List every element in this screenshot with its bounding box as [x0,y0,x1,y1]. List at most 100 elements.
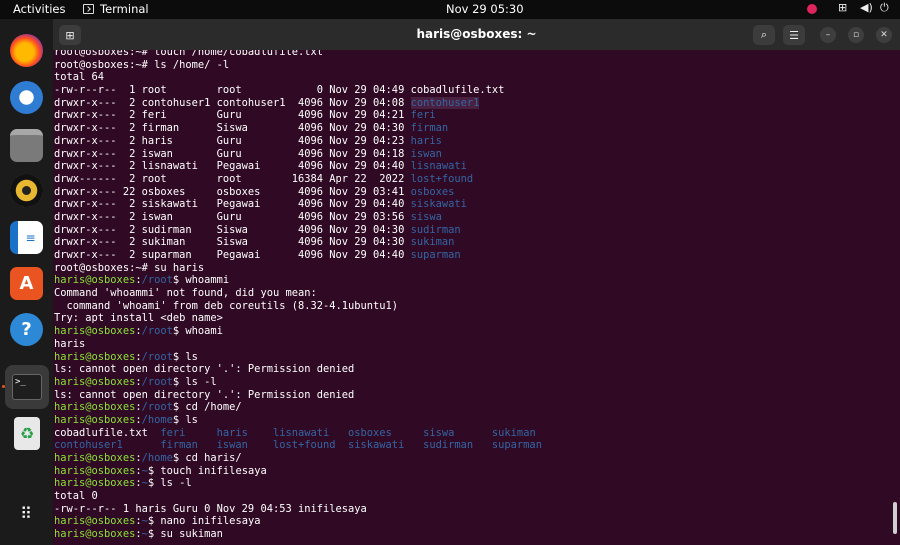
terminal-line: haris@osboxes:/root$ whoammi [54,274,542,287]
maximize-button[interactable]: ▫ [848,27,864,43]
terminal-text: -rw-r--r-- 1 haris Guru 0 Nov 29 04:53 i… [54,502,367,515]
terminal-line: haris@osboxes:/root$ whoami [54,325,542,338]
firefox-icon[interactable] [10,34,43,67]
terminal-line: Try: apt install <deb name> [54,312,542,325]
terminal-line: total 0 [54,490,542,503]
terminal-line: drwxr-x--- 2 siskawati Pegawai 4096 Nov … [54,198,542,211]
terminal-text: root@osboxes:~# ls /home/ -l [54,58,230,71]
terminal-text: $ touch inifilesaya [147,464,267,477]
activities-button[interactable]: Activities [13,2,65,16]
terminal-line: haris@osboxes:/home$ ls [54,414,542,427]
terminal-line: drwx------ 2 root root 16384 Apr 22 2022… [54,173,542,186]
terminal-text: haris@osboxes [54,528,136,541]
terminal-line: root@osboxes:~# su haris [54,262,542,275]
terminal-text: haris@osboxes [54,413,136,426]
menu-icon[interactable]: ☰ [783,25,805,45]
terminal-text: haris@osboxes [54,477,136,490]
terminal-text: haris@osboxes [54,401,136,414]
terminal-text: $ ls -l [147,477,192,490]
terminal-line: haris@osboxes:~$ su sukiman [54,528,542,541]
minimize-button[interactable]: – [820,27,836,43]
terminal-text: haris@osboxes [54,350,136,363]
terminal-text: siskawati [410,198,467,211]
terminal-text: drwxr-x--- 22 osboxes osboxes 4096 Nov 2… [54,185,411,198]
terminal-line: cobadlufile.txt feri haris lisnawati osb… [54,427,542,440]
terminal-line: Command 'whoammi' not found, did you mea… [54,287,542,300]
trash-icon[interactable]: ♻ [14,417,40,450]
terminal-text: haris@osboxes [54,274,136,287]
title-bar: ⊞ haris@osboxes: ~ ⌕ ☰ – ▫ ✕ [53,19,900,50]
terminal-text: contohuser1 firman iswan lost+found sisk… [54,439,542,452]
terminal-text: $ nano inifilesaya [147,515,261,528]
terminal-line: drwxr-x--- 2 feri Guru 4096 Nov 29 04:21… [54,109,542,122]
terminal-text: $ whoami [172,325,223,338]
volume-icon[interactable]: ◀) [860,1,873,14]
terminal-text: sukiman [410,236,455,249]
terminal-output[interactable]: root@osboxes:~# touch /home/cobadlufile.… [54,50,890,545]
terminal-text: suparman [410,249,461,261]
terminal-line: drwxr-x--- 2 contohuser1 contohuser1 409… [54,96,542,110]
notification-icon[interactable] [807,4,817,14]
terminal-line: ls: cannot open directory '.': Permissio… [54,389,542,402]
terminal-line: root@osboxes:~# ls /home/ -l [54,59,542,72]
terminal-line: haris@osboxes:~$ touch inifilesaya [54,465,542,478]
terminal-line: command 'whoami' from deb coreutils (8.3… [54,300,542,313]
app-grid-icon[interactable]: ⠿ [10,497,43,530]
close-button[interactable]: ✕ [876,27,892,43]
terminal-text: drwxr-x--- 2 siskawati Pegawai 4096 Nov … [54,198,411,211]
terminal-text: haris@osboxes [54,452,136,464]
terminal-text: drwx------ 2 root root 16384 Apr 22 2022 [54,172,411,185]
terminal-text: firman [410,122,449,135]
help-icon[interactable]: ? [10,313,43,346]
scrollbar[interactable] [893,502,897,534]
terminal-text: command 'whoami' from deb coreutils (8.3… [54,299,399,312]
terminal-lines: root@osboxes:~# touch /home/cobadlufile.… [54,50,542,541]
clock[interactable]: Nov 29 05:30 [446,2,524,16]
terminal-text: haris@osboxes [54,375,136,388]
software-icon[interactable]: A [10,267,43,300]
terminal-text: drwxr-x--- 2 contohuser1 contohuser1 409… [54,96,411,109]
terminal-text: drwxr-x--- 2 suparman Pegawai 4096 Nov 2… [54,249,411,261]
terminal-window: ⊞ haris@osboxes: ~ ⌕ ☰ – ▫ ✕ root@osboxe… [53,19,900,545]
terminal-text: total 64 [54,71,105,84]
terminal-text: drwxr-x--- 2 iswan Guru 4096 Nov 29 04:1… [54,147,411,160]
terminal-app-icon [83,4,94,14]
network-icon[interactable]: ⊞ [838,1,847,14]
terminal-line: drwxr-x--- 2 iswan Guru 4096 Nov 29 04:1… [54,148,542,161]
terminal-text: /root [141,375,173,388]
terminal-line: haris@osboxes:~$ nano inifilesaya [54,515,542,528]
terminal-text: haris@osboxes [54,325,136,338]
terminal-line: root@osboxes:~# touch /home/cobadlufile.… [54,50,542,59]
terminal-text: /home [141,452,173,464]
files-icon[interactable] [10,129,43,162]
terminal-line: haris@osboxes:~$ ls -l [54,477,542,490]
terminal-text: root@osboxes:~# touch /home/cobadlufile.… [54,50,323,58]
search-icon[interactable]: ⌕ [753,25,775,45]
app-name: Terminal [100,2,149,16]
terminal-text: -rw-r--r-- 1 root root 0 Nov 29 04:49 co… [54,84,505,97]
power-icon[interactable]: ⏻ [880,1,889,15]
terminal-line: drwxr-x--- 2 suparman Pegawai 4096 Nov 2… [54,249,542,262]
terminal-line: haris [54,338,542,351]
terminal-text: drwxr-x--- 2 haris Guru 4096 Nov 29 04:2… [54,134,411,147]
terminal-text: /root [141,325,173,338]
thunderbird-icon[interactable] [10,81,43,114]
terminal-text: drwxr-x--- 2 iswan Guru 4096 Nov 29 03:5… [54,210,411,223]
top-bar: Activities Terminal Nov 29 05:30 ⊞ ◀) ⏻ [0,0,900,19]
terminal-text: lisnawati [410,160,467,173]
terminal-text: haris@osboxes [54,464,136,477]
terminal-text: iswan [410,147,442,160]
terminal-text: siswa [410,210,442,223]
dock: ≡ A ? >_ ♻ ⠿ [0,19,53,545]
terminal-text: total 0 [54,490,98,503]
terminal-line: haris@osboxes:/home$ cd haris/ [54,452,542,465]
terminal-line: drwxr-x--- 2 sudirman Siswa 4096 Nov 29 … [54,224,542,237]
app-menu[interactable]: Terminal [83,2,149,16]
terminal-text: $ whoammi [172,274,230,287]
terminal-text: drwxr-x--- 2 lisnawati Pegawai 4096 Nov … [54,160,411,173]
terminal-text: sudirman [410,223,461,236]
terminal-line: drwxr-x--- 2 lisnawati Pegawai 4096 Nov … [54,160,542,173]
rhythmbox-icon[interactable] [10,174,43,207]
writer-icon[interactable]: ≡ [10,221,43,254]
terminal-dock-item[interactable]: >_ [5,365,49,409]
